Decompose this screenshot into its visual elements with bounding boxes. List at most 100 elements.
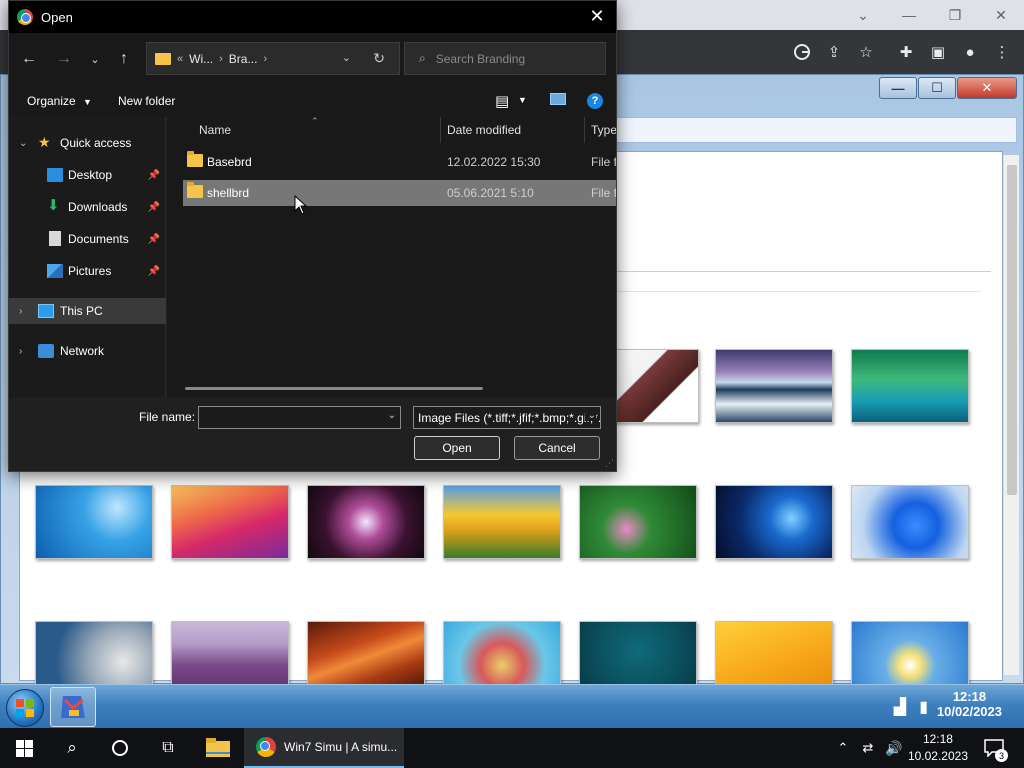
chrome-tab-search-icon[interactable]: ⌄ xyxy=(840,0,886,30)
file-explorer-icon[interactable] xyxy=(194,728,242,768)
file-date: 05.06.2021 5:10 xyxy=(447,186,534,200)
nav-item-downloads[interactable]: ⬇ Downloads 📌 xyxy=(9,194,166,220)
file-name: Basebrd xyxy=(207,155,252,169)
nav-item-quick-access[interactable]: ⌄ ★ Quick access xyxy=(9,130,166,156)
wallpaper-thumbnail[interactable] xyxy=(715,349,833,423)
network-tray-icon[interactable]: ⇄ xyxy=(856,728,880,768)
breadcrumb-chevron-icon[interactable]: › xyxy=(263,53,267,65)
nav-item-label: Downloads xyxy=(68,200,128,214)
breadcrumb-segment[interactable]: Wi... xyxy=(189,52,213,66)
nav-item-this-pc[interactable]: › This PC xyxy=(9,298,166,324)
wallpaper-thumbnail[interactable] xyxy=(35,485,153,559)
google-icon[interactable] xyxy=(790,40,814,64)
breadcrumb-segment[interactable]: Bra... xyxy=(229,52,258,66)
back-arrow-icon[interactable]: ← xyxy=(17,47,41,71)
collapsed-chevron-icon[interactable]: › xyxy=(19,306,22,317)
win7-scrollbar[interactable] xyxy=(1003,155,1019,675)
help-icon[interactable]: ? xyxy=(587,93,603,109)
computer-icon xyxy=(38,304,54,318)
horizontal-scrollbar[interactable] xyxy=(185,387,483,390)
organize-button[interactable]: Organize ▼ xyxy=(27,94,92,108)
more-menu-icon[interactable]: ⋮ xyxy=(990,40,1014,64)
resize-grip-icon[interactable]: ⋰ xyxy=(605,458,614,469)
signal-icon[interactable]: ▟ xyxy=(894,697,906,717)
search-icon: ⌕ xyxy=(419,51,426,65)
win7-address-bar[interactable] xyxy=(601,117,1017,143)
taskbar-app-chrome[interactable]: Win7 Simu | A simu... xyxy=(244,728,404,768)
address-bar[interactable]: « Wi... › Bra... › ⌄ ↻ xyxy=(146,42,400,75)
search-taskbar-icon[interactable]: ⌕ xyxy=(48,728,96,768)
search-input[interactable]: ⌕ Search Branding xyxy=(404,42,606,75)
chrome-minimize-button[interactable]: — xyxy=(886,0,932,30)
bookmark-star-icon[interactable]: ☆ xyxy=(854,40,878,64)
win7-minimize-button[interactable]: — xyxy=(879,77,917,99)
volume-icon[interactable]: 🔊 xyxy=(882,728,906,768)
column-divider[interactable] xyxy=(584,117,585,143)
start-button[interactable] xyxy=(0,728,48,768)
chrome-close-button[interactable]: ✕ xyxy=(978,0,1024,30)
file-row[interactable]: shellbrd 05.06.2021 5:10 File folder xyxy=(183,180,616,206)
view-options-icon[interactable]: ▤ xyxy=(495,92,509,110)
collapsed-chevron-icon[interactable]: › xyxy=(19,346,22,357)
nav-item-network[interactable]: › Network xyxy=(9,338,166,364)
file-date: 12.02.2022 15:30 xyxy=(447,155,541,169)
win7-close-button[interactable]: ✕ xyxy=(957,77,1017,99)
wallpaper-thumbnail[interactable] xyxy=(579,485,697,559)
wallpaper-thumbnail[interactable] xyxy=(171,485,289,559)
win7-taskbar-app-button[interactable] xyxy=(50,687,96,727)
up-arrow-icon[interactable]: ↑ xyxy=(112,47,136,71)
wallpaper-thumbnail[interactable] xyxy=(851,485,969,559)
pin-icon[interactable]: 📌 xyxy=(148,202,160,213)
organize-label: Organize xyxy=(27,94,76,108)
nav-item-pictures[interactable]: Pictures 📌 xyxy=(9,258,166,284)
scrollbar-thumb[interactable] xyxy=(1007,165,1017,495)
breadcrumb-chevron-icon[interactable]: › xyxy=(219,53,223,65)
pin-icon[interactable]: 📌 xyxy=(148,170,160,181)
action-center-icon[interactable]: 3 xyxy=(972,728,1016,768)
recent-locations-chevron-icon[interactable]: ⌄ xyxy=(83,47,107,71)
wallpaper-thumbnail[interactable] xyxy=(443,485,561,559)
file-type-select[interactable]: Image Files (*.tiff;*.jfif;*.bmp;*.gif;*… xyxy=(413,406,601,429)
column-divider[interactable] xyxy=(440,117,441,143)
wallpaper-thumbnail[interactable] xyxy=(307,485,425,559)
refresh-icon[interactable]: ↻ xyxy=(373,50,385,67)
nav-item-desktop[interactable]: Desktop 📌 xyxy=(9,162,166,188)
win7-start-orb-icon[interactable] xyxy=(6,689,44,727)
share-icon[interactable]: ⇪ xyxy=(822,40,846,64)
column-header-date-modified[interactable]: Date modified xyxy=(447,123,521,137)
nav-item-documents[interactable]: Documents 📌 xyxy=(9,226,166,252)
file-name-input[interactable]: ⌄ xyxy=(198,406,401,429)
forward-arrow-icon[interactable]: → xyxy=(52,47,76,71)
open-button[interactable]: Open xyxy=(414,436,500,460)
view-options-dropdown-icon[interactable]: ▼ xyxy=(518,95,527,105)
preview-pane-icon[interactable] xyxy=(550,93,566,105)
file-name-dropdown-icon[interactable]: ⌄ xyxy=(388,410,396,421)
new-folder-button[interactable]: New folder xyxy=(118,94,175,108)
wallpaper-thumbnail[interactable] xyxy=(851,349,969,423)
expanded-chevron-icon[interactable]: ⌄ xyxy=(19,138,27,149)
show-hidden-icons-chevron-icon[interactable]: ⌃ xyxy=(832,728,854,768)
cortana-icon[interactable] xyxy=(96,728,144,768)
nav-item-label: Network xyxy=(60,344,105,358)
pin-icon[interactable]: 📌 xyxy=(148,266,160,277)
win7-clock[interactable]: 12:18 10/02/2023 xyxy=(937,689,1002,719)
extensions-icon[interactable]: ✚ xyxy=(894,40,918,64)
taskbar-clock[interactable]: 12:18 10.02.2023 xyxy=(908,731,968,765)
file-row[interactable]: Basebrd 12.02.2022 15:30 File folder xyxy=(183,149,616,175)
column-header-name[interactable]: Name xyxy=(199,123,231,137)
dialog-close-button[interactable]: ✕ xyxy=(584,3,610,29)
address-dropdown-chevron-icon[interactable]: ⌄ xyxy=(342,51,351,64)
task-view-icon[interactable]: ⧉ xyxy=(144,728,192,768)
cancel-button[interactable]: Cancel xyxy=(514,436,600,460)
breadcrumb-overflow[interactable]: « xyxy=(177,53,183,65)
folder-icon xyxy=(187,151,203,167)
side-panel-icon[interactable]: ▣ xyxy=(926,40,950,64)
win7-maximize-button[interactable]: ☐ xyxy=(918,77,956,99)
pin-icon[interactable]: 📌 xyxy=(148,234,160,245)
battery-icon[interactable]: ▮ xyxy=(919,697,928,717)
chrome-restore-button[interactable]: ❐ xyxy=(932,0,978,30)
wallpaper-thumbnail[interactable] xyxy=(715,485,833,559)
profile-icon[interactable]: ● xyxy=(958,40,982,64)
nav-item-label: Pictures xyxy=(68,264,112,278)
column-header-type[interactable]: Type xyxy=(591,123,616,137)
